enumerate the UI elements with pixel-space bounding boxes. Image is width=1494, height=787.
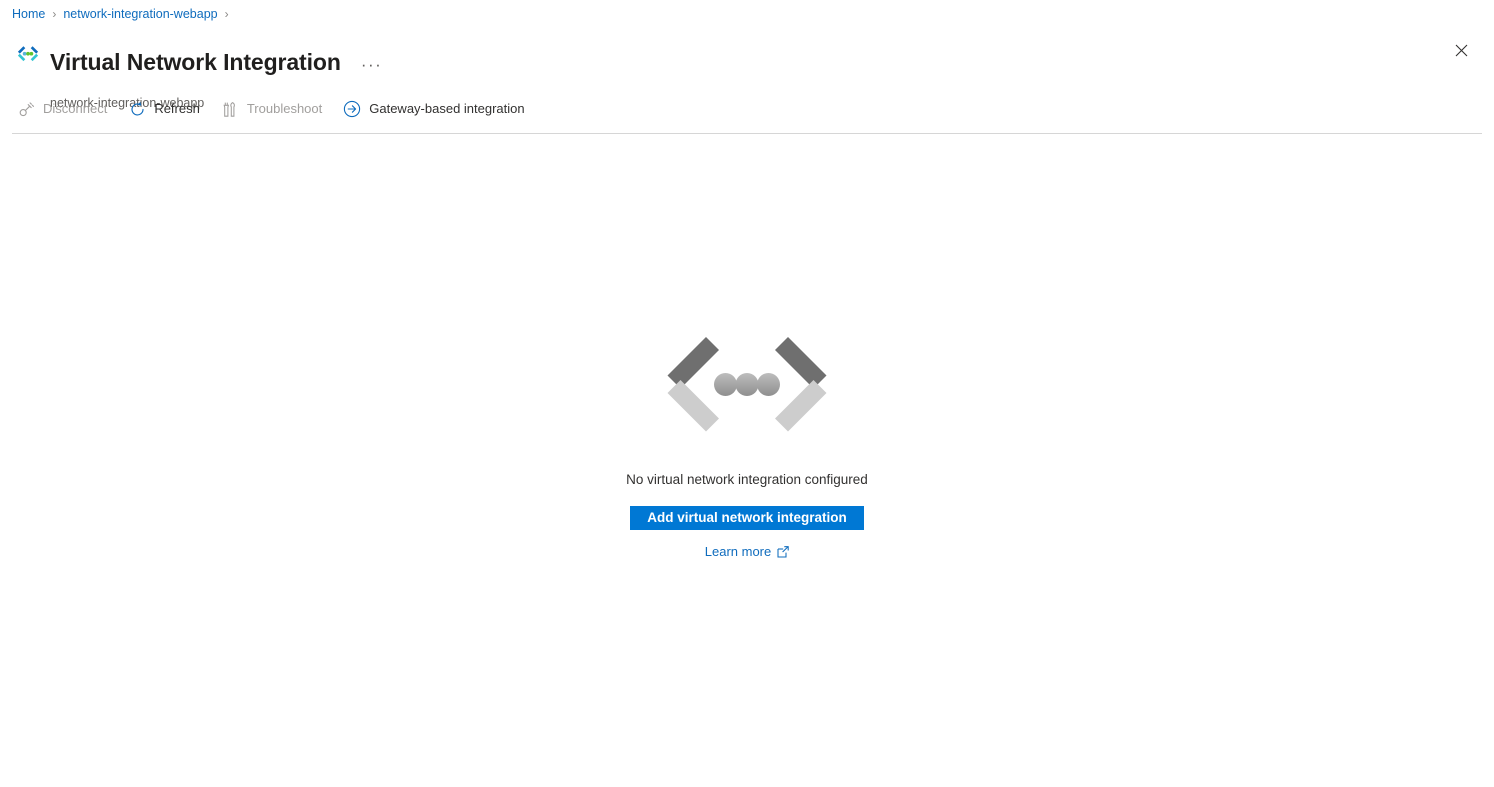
command-bar-divider [12,133,1482,134]
arrow-right-circle-icon [342,99,362,119]
page-header: Virtual Network Integration ··· network-… [0,28,1494,110]
troubleshoot-tools-icon [220,99,240,119]
content-area: No virtual network integration configure… [0,136,1494,787]
learn-more-link[interactable]: Learn more [705,544,789,559]
disconnect-label: Disconnect [43,101,108,116]
gateway-based-integration-label: Gateway-based integration [369,101,525,116]
external-link-icon [777,545,789,558]
empty-state: No virtual network integration configure… [487,332,1007,559]
command-bar: Disconnect Refresh Troubleshoot Gateway-… [0,92,1494,126]
close-button[interactable] [1446,35,1476,65]
refresh-label: Refresh [154,101,200,116]
more-options-button[interactable]: ··· [357,56,386,73]
troubleshoot-button[interactable]: Troubleshoot [218,94,332,124]
add-virtual-network-integration-button[interactable]: Add virtual network integration [630,506,864,530]
breadcrumb-item-home[interactable]: Home [12,7,45,21]
page-title: Virtual Network Integration [50,49,341,76]
troubleshoot-label: Troubleshoot [246,101,323,116]
refresh-icon [127,99,147,119]
disconnect-button[interactable]: Disconnect [14,94,117,124]
breadcrumb-separator-icon: › [52,7,57,21]
disconnect-plug-icon [16,99,36,119]
learn-more-label: Learn more [704,544,772,559]
breadcrumb-separator-icon: › [224,7,229,21]
code-brackets-dots-illustration [662,332,832,442]
breadcrumb: Home › network-integration-webapp › [0,0,1494,28]
refresh-button[interactable]: Refresh [125,94,210,124]
empty-state-message: No virtual network integration configure… [626,472,868,487]
code-brackets-dots-icon [12,38,44,70]
breadcrumb-item-resource[interactable]: network-integration-webapp [63,7,217,21]
close-icon [1455,44,1467,56]
gateway-based-integration-button[interactable]: Gateway-based integration [340,94,534,124]
